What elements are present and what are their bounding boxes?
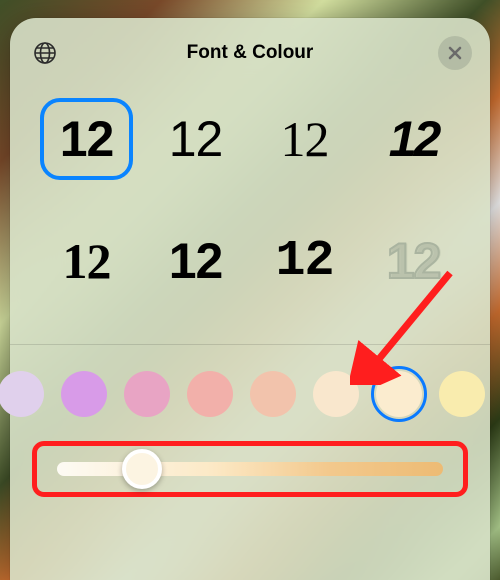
color-swatch-4[interactable] <box>250 371 296 417</box>
color-swatch-3[interactable] <box>187 371 233 417</box>
intensity-slider[interactable] <box>57 462 443 476</box>
font-style-grid: 12 12 12 12 12 12 12 12 <box>10 84 490 344</box>
color-swatch-5[interactable] <box>313 371 359 417</box>
slider-thumb[interactable] <box>122 449 162 489</box>
font-option-5[interactable]: 12 <box>153 224 238 298</box>
close-button[interactable] <box>438 36 472 70</box>
color-swatch-1[interactable] <box>61 371 107 417</box>
font-option-1[interactable]: 12 <box>153 102 238 176</box>
close-icon <box>448 46 462 60</box>
sheet-header: Font & Colour <box>10 36 490 84</box>
font-option-7[interactable]: 12 <box>371 224 456 298</box>
font-option-6[interactable]: 12 <box>262 224 347 298</box>
font-option-3[interactable]: 12 <box>371 102 456 176</box>
color-swatch-2[interactable] <box>124 371 170 417</box>
color-swatch-7[interactable] <box>439 371 485 417</box>
annotation-highlight-box <box>32 441 468 497</box>
font-option-2[interactable]: 12 <box>262 102 347 176</box>
color-swatch-0[interactable] <box>0 371 44 417</box>
font-option-4[interactable]: 12 <box>44 224 129 298</box>
color-swatch-row <box>0 345 490 441</box>
sheet-title: Font & Colour <box>62 42 438 64</box>
color-swatch-6[interactable] <box>376 371 422 417</box>
font-colour-sheet: Font & Colour 12 12 12 12 12 12 12 12 <box>10 18 490 580</box>
font-option-0[interactable]: 12 <box>44 102 129 176</box>
globe-icon <box>33 41 57 65</box>
language-button[interactable] <box>28 36 62 70</box>
